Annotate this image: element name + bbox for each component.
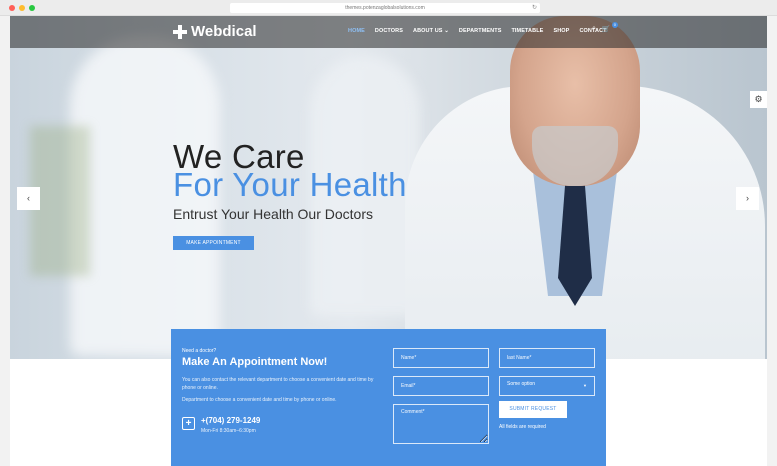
phone-number[interactable]: +(704) 279-1249 — [201, 416, 260, 425]
email-field[interactable] — [393, 376, 489, 396]
chevron-down-icon: ⌄ — [444, 28, 449, 34]
appointment-text: Department to choose a convenient date a… — [182, 397, 337, 403]
appointment-title: Make An Appointment Now! — [182, 356, 328, 368]
nav-item-departments[interactable]: DEPARTMENTS — [459, 28, 502, 34]
submit-request-button[interactable]: SUBMIT REQUEST — [499, 401, 567, 418]
search-icon[interactable]: ⌕ — [592, 25, 596, 33]
opening-hours: Mon-Fri 8:30am–6:30pm — [201, 428, 256, 434]
nav-item-doctors[interactable]: DOCTORS — [375, 28, 403, 34]
nav-item-timetable[interactable]: TIMETABLE — [511, 28, 543, 34]
medical-cross-icon — [172, 24, 188, 40]
header-icons: ⌕ 🛒 0 — [592, 22, 618, 33]
select-value: Some option — [507, 381, 536, 387]
caret-down-icon: ▼ — [583, 383, 587, 388]
maximize-window-button[interactable] — [29, 5, 35, 11]
plus-cross-icon: + — [182, 417, 195, 430]
settings-button[interactable]: ⚙ — [750, 91, 767, 108]
cart-count-badge: 0 — [611, 22, 618, 28]
logo-text: Webdical — [191, 23, 257, 40]
nav-item-home[interactable]: HOME — [348, 28, 365, 34]
site-header: Webdical HOME DOCTORS ABOUT US ⌄ DEPARTM… — [10, 16, 767, 48]
close-window-button[interactable] — [9, 5, 15, 11]
nav-item-shop[interactable]: SHOP — [553, 28, 569, 34]
gear-icon: ⚙ — [754, 94, 763, 104]
slider-prev-button[interactable]: ‹ — [17, 187, 40, 210]
address-bar[interactable]: themes.potenzaglobalsolutions.com ↻ — [230, 3, 540, 13]
address-bar-url: themes.potenzaglobalsolutions.com — [345, 5, 425, 11]
chevron-left-icon: ‹ — [27, 193, 30, 203]
appointment-text: You can also contact the relevant depart… — [182, 377, 374, 391]
reload-icon[interactable]: ↻ — [532, 3, 537, 13]
site-logo[interactable]: Webdical — [172, 23, 257, 41]
nav-item-about-us[interactable]: ABOUT US ⌄ — [413, 28, 449, 34]
hero-slider: We Care For Your Health Entrust Your Hea… — [10, 16, 767, 359]
minimize-window-button[interactable] — [19, 5, 25, 11]
comment-field[interactable] — [393, 404, 489, 444]
appointment-panel: Need a doctor? Make An Appointment Now! … — [171, 329, 606, 466]
required-note: All fields are required — [499, 424, 546, 430]
last-name-field[interactable] — [499, 348, 595, 368]
name-field[interactable] — [393, 348, 489, 368]
appointment-question: Need a doctor? — [182, 348, 217, 354]
slider-next-button[interactable]: › — [736, 187, 759, 210]
hero-tagline: Entrust Your Health Our Doctors — [173, 206, 373, 222]
hero-heading-line2: For Your Health — [173, 166, 407, 203]
cart-icon[interactable]: 🛒 0 — [602, 22, 618, 33]
browser-chrome: themes.potenzaglobalsolutions.com ↻ — [0, 0, 777, 16]
web-page: We Care For Your Health Entrust Your Hea… — [10, 16, 767, 466]
main-nav: HOME DOCTORS ABOUT US ⌄ DEPARTMENTS TIME… — [348, 28, 607, 34]
make-appointment-button[interactable]: MAKE APPOINTMENT — [173, 236, 254, 250]
nav-item-label: ABOUT US — [413, 28, 443, 34]
chevron-right-icon: › — [746, 193, 749, 203]
option-select[interactable]: Some option ▼ — [499, 376, 595, 396]
